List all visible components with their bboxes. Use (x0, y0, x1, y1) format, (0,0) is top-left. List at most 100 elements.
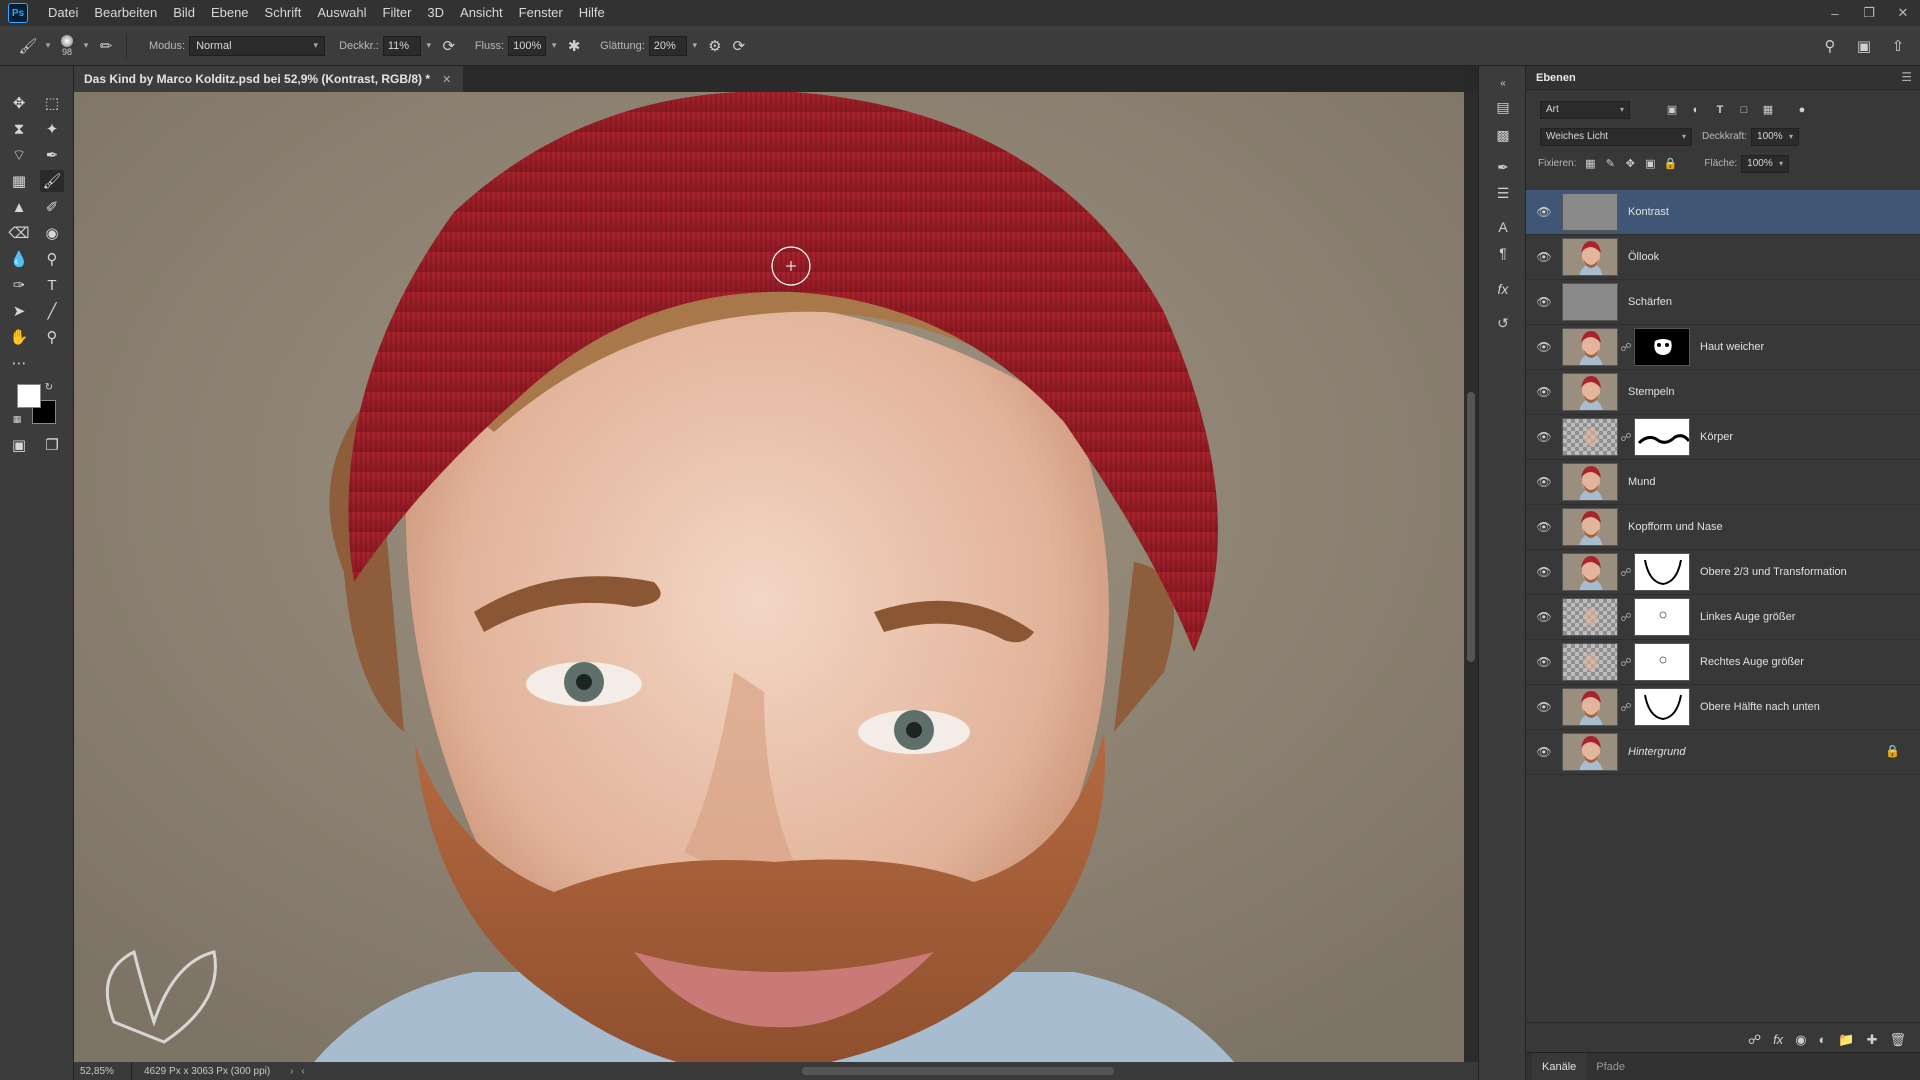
lock-artboard-icon[interactable]: ▣ (1640, 155, 1660, 173)
search-icon[interactable]: ⚲ (1818, 34, 1842, 58)
properties-icon[interactable]: ▤ (1491, 96, 1515, 118)
pressure-opacity-icon[interactable]: ⟳ (437, 34, 461, 58)
lasso-tool-icon[interactable]: ⧗ (7, 118, 31, 140)
tab-paths[interactable]: Pfade (1586, 1053, 1635, 1080)
layer-row[interactable]: 👁 Kontrast (1526, 190, 1920, 235)
layers-tab[interactable]: Ebenen (1536, 72, 1576, 84)
lock-pixels-icon[interactable]: ✎ (1600, 155, 1620, 173)
brush-settings-panel-icon[interactable]: ✒ (1491, 156, 1515, 178)
menu-3d[interactable]: 3D (419, 0, 452, 26)
more-tools-icon[interactable]: ⋯ (7, 352, 31, 374)
patch-tool-icon[interactable]: ▦ (7, 170, 31, 192)
layer-thumbnail[interactable] (1562, 508, 1618, 546)
menu-bearbeiten[interactable]: Bearbeiten (86, 0, 165, 26)
history-icon[interactable]: ↺ (1491, 312, 1515, 334)
layer-mask-thumbnail[interactable] (1634, 598, 1690, 636)
layer-thumbnail[interactable] (1562, 373, 1618, 411)
layer-row[interactable]: 👁 ☍ Obere Hälfte nach unten (1526, 685, 1920, 730)
brush-preset-chevron-down-icon[interactable]: ▾ (78, 36, 94, 56)
pen-tool-icon[interactable]: ✑ (7, 274, 31, 296)
visibility-eye-icon[interactable]: 👁 (1526, 250, 1562, 264)
layer-row[interactable]: 👁 ☍ Linkes Auge größer (1526, 595, 1920, 640)
visibility-eye-icon[interactable]: 👁 (1526, 520, 1562, 534)
layer-mask-thumbnail[interactable] (1634, 553, 1690, 591)
flow-input[interactable]: 100% (508, 35, 547, 56)
menu-schrift[interactable]: Schrift (257, 0, 310, 26)
trash-icon[interactable]: 🗑 (1889, 1032, 1906, 1048)
tab-channels[interactable]: Kanäle (1532, 1052, 1587, 1080)
eyedropper-tool-icon[interactable]: ✒ (40, 144, 64, 166)
layer-mask-thumbnail[interactable] (1634, 688, 1690, 726)
layer-mask-thumbnail[interactable] (1634, 418, 1690, 456)
filter-type-icon[interactable]: T (1710, 101, 1730, 119)
brush-tool-icon[interactable]: 🖌 (40, 170, 64, 192)
type-tool-icon[interactable]: T (40, 274, 64, 296)
adjustment-layer-icon[interactable]: ◐ (1819, 1032, 1827, 1047)
styles-fx-icon[interactable]: fx (1491, 278, 1515, 300)
screen-mode-icon[interactable]: ❐ (40, 434, 64, 456)
layer-opacity-input[interactable]: 100% ▾ (1751, 127, 1800, 146)
layer-row[interactable]: 👁 ☍ Körper (1526, 415, 1920, 460)
menu-datei[interactable]: Datei (40, 0, 86, 26)
histogram-icon[interactable]: ▩ (1491, 124, 1515, 146)
brush-preset-picker[interactable]: 98 (56, 32, 78, 60)
collapse-icon[interactable]: « (1491, 72, 1515, 94)
layer-row[interactable]: 👁 Kopfform und Nase (1526, 505, 1920, 550)
hand-tool-icon[interactable]: ✋ (7, 326, 31, 348)
lock-transparency-icon[interactable]: ▦ (1580, 155, 1600, 173)
layer-row[interactable]: 👁 Öllook (1526, 235, 1920, 280)
vertical-scrollbar[interactable] (1464, 92, 1478, 1062)
foreground-color-swatch-front[interactable] (17, 384, 41, 408)
menu-bild[interactable]: Bild (165, 0, 203, 26)
layer-thumbnail[interactable] (1562, 733, 1618, 771)
chevron-right-icon[interactable]: › (282, 1066, 301, 1077)
restore-icon[interactable]: ❐ (1852, 0, 1886, 26)
filter-smart-object-icon[interactable]: ▦ (1758, 101, 1778, 119)
minimize-icon[interactable]: – (1818, 0, 1852, 26)
magic-wand-tool-icon[interactable]: ✦ (40, 118, 64, 140)
chevron-left-icon[interactable]: ‹ (301, 1066, 304, 1077)
opacity-input[interactable]: 11% (382, 35, 421, 56)
visibility-eye-icon[interactable]: 👁 (1526, 655, 1562, 669)
horizontal-scroll-thumb[interactable] (802, 1067, 1114, 1075)
marquee-tool-icon[interactable]: ⬚ (40, 92, 64, 114)
link-layers-icon[interactable]: ☍ (1748, 1032, 1761, 1048)
add-mask-icon[interactable]: ◉ (1795, 1032, 1806, 1048)
layer-thumbnail[interactable] (1562, 328, 1618, 366)
layer-row[interactable]: 👁 ☍ Haut weicher (1526, 325, 1920, 370)
line-tool-icon[interactable]: ╱ (40, 300, 64, 322)
visibility-eye-icon[interactable]: 👁 (1526, 385, 1562, 399)
layer-row[interactable]: 👁 Stempeln (1526, 370, 1920, 415)
filter-toggle-icon[interactable]: ● (1792, 101, 1812, 119)
layer-mask-thumbnail[interactable] (1634, 643, 1690, 681)
layer-thumbnail[interactable] (1562, 553, 1618, 591)
layer-row[interactable]: 👁 ☍ Obere 2/3 und Transformation (1526, 550, 1920, 595)
menu-auswahl[interactable]: Auswahl (309, 0, 374, 26)
move-tool-icon[interactable]: ✥ (7, 92, 31, 114)
layer-row[interactable]: 👁 Mund (1526, 460, 1920, 505)
visibility-eye-icon[interactable]: 👁 (1526, 430, 1562, 444)
close-icon[interactable]: ✕ (442, 73, 451, 86)
paragraph-icon[interactable]: ¶ (1491, 242, 1515, 264)
layer-thumbnail[interactable] (1562, 238, 1618, 276)
visibility-eye-icon[interactable]: 👁 (1526, 475, 1562, 489)
layer-filter-select[interactable]: Art ▾ (1540, 100, 1630, 119)
share-icon[interactable]: ⇧ (1886, 34, 1910, 58)
fx-icon[interactable]: fx (1773, 1032, 1783, 1047)
layer-row[interactable]: 👁 Schärfen (1526, 280, 1920, 325)
visibility-eye-icon[interactable]: 👁 (1526, 565, 1562, 579)
mode-select[interactable]: Normal ▾ (189, 35, 326, 56)
pressure-size-icon[interactable]: ⟳ (727, 34, 751, 58)
default-colors-icon[interactable]: ▦ (10, 412, 24, 426)
new-layer-icon[interactable]: ✚ (1867, 1032, 1878, 1048)
adjustments-icon[interactable]: ☰ (1491, 182, 1515, 204)
new-group-icon[interactable]: 📁 (1838, 1032, 1854, 1048)
lock-position-icon[interactable]: ✥ (1620, 155, 1640, 173)
workspace-icon[interactable]: ▣ (1852, 34, 1876, 58)
layer-thumbnail[interactable] (1562, 643, 1618, 681)
layer-row[interactable]: 👁 Hintergrund 🔒 (1526, 730, 1920, 775)
document-tab[interactable]: Das Kind by Marco Kolditz.psd bei 52,9% … (74, 66, 464, 92)
filter-adjustment-icon[interactable]: ◐ (1686, 101, 1706, 119)
visibility-eye-icon[interactable]: 👁 (1526, 700, 1562, 714)
mask-link-icon[interactable]: ☍ (1618, 566, 1634, 579)
